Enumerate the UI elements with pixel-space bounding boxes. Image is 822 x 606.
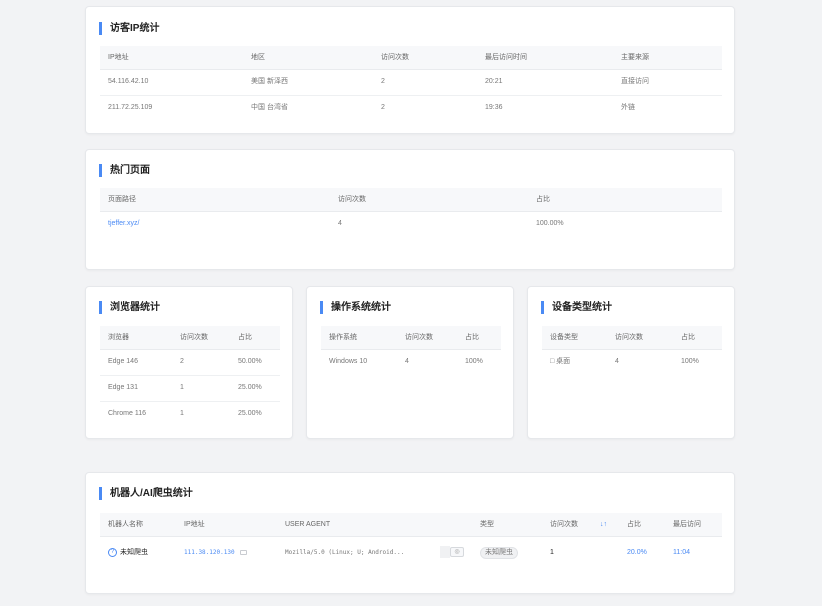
bot-type-cell: 未知爬虫 [480, 537, 518, 569]
hot-pages-title: 热门页面 [99, 164, 150, 177]
view-ua-button[interactable]: ◎ [450, 547, 464, 558]
col-share: 占比 [627, 521, 641, 528]
time-cell: 20:21 [485, 78, 503, 85]
table-header: IP地址 地区 访问次数 最后访问时间 主要来源 [100, 46, 722, 70]
share-cell: 25.00% [238, 410, 262, 417]
col-browser: 浏览器 [108, 334, 129, 341]
share-cell: 100% [681, 358, 699, 365]
browser-cell: Edge 146 [108, 358, 138, 365]
col-path: 页面路径 [108, 196, 136, 203]
table-row: Edge 131 1 25.00% [100, 376, 280, 402]
share-cell: 25.00% [238, 384, 262, 391]
bot-ip-cell: 111.38.120.130 [184, 537, 247, 569]
col-visits: 访问次数 [338, 196, 366, 203]
visits-cell: 1 [180, 410, 184, 417]
col-visits: 访问次数 [381, 54, 409, 61]
share-cell: 100.00% [536, 220, 564, 227]
col-share: 占比 [536, 196, 550, 203]
table-row: Chrome 116 1 25.00% [100, 402, 280, 428]
visits-cell: 2 [381, 78, 385, 85]
source-cell: 外链 [621, 104, 635, 111]
col-device: 设备类型 [550, 334, 578, 341]
device-stats-title: 设备类型统计 [541, 301, 612, 314]
region-cell: 中国 台湾省 [251, 104, 288, 111]
share-cell: 50.00% [238, 358, 262, 365]
region-cell: 美国 新泽西 [251, 78, 288, 85]
col-visits: 访问次数 [405, 334, 433, 341]
copy-icon[interactable] [239, 550, 247, 555]
hot-pages-card: 热门页面 页面路径 访问次数 占比 tjeffer.xyz/ 4 100.00% [85, 149, 735, 270]
sort-icon[interactable]: ↓↑ [600, 513, 607, 537]
col-last-visit: 最后访问 [673, 521, 701, 528]
col-share: 占比 [238, 334, 252, 341]
col-bot-name: 机器人名称 [108, 521, 143, 528]
col-os: 操作系统 [329, 334, 357, 341]
table-row: ? 未知爬虫 111.38.120.130 Mozilla/5.0 (Linux;… [100, 537, 722, 569]
bot-ip[interactable]: 111.38.120.130 [184, 549, 235, 556]
col-type: 类型 [480, 521, 494, 528]
table-header: 页面路径 访问次数 占比 [100, 188, 722, 212]
table-header: 操作系统 访问次数 占比 [321, 326, 501, 350]
bot-name-cell: ? 未知爬虫 [108, 537, 148, 569]
col-ip: IP地址 [184, 521, 205, 528]
visitor-ip-title: 访客IP统计 [99, 22, 159, 35]
time-cell: 19:36 [485, 104, 503, 111]
bot-last-visit-cell: 11:04 [673, 549, 690, 556]
visits-cell: 2 [381, 104, 385, 111]
browser-stats-card: 浏览器统计 浏览器 访问次数 占比 Edge 146 2 50.00% Edge… [85, 286, 293, 439]
browser-stats-title: 浏览器统计 [99, 301, 160, 314]
visits-cell: 4 [615, 358, 619, 365]
col-share: 占比 [681, 334, 695, 341]
device-stats-card: 设备类型统计 设备类型 访问次数 占比 □ 桌面 4 100% [527, 286, 735, 439]
col-last-time: 最后访问时间 [485, 54, 527, 61]
visits-cell: 2 [180, 358, 184, 365]
bot-name: 未知爬虫 [120, 549, 148, 556]
browser-cell: Chrome 116 [108, 410, 147, 417]
visitor-ip-card: 访客IP统计 IP地址 地区 访问次数 最后访问时间 主要来源 54.116.4… [85, 6, 735, 134]
table-row: 211.72.25.109 中国 台湾省 2 19:36 外链 [100, 96, 722, 122]
table-row: Windows 10 4 100% [321, 350, 501, 376]
bot-stats-title: 机器人/AI爬虫统计 [99, 487, 193, 500]
page-path-link[interactable]: tjeffer.xyz/ [108, 212, 139, 236]
table-header: 机器人名称 IP地址 USER AGENT 类型 访问次数 ↓↑ 占比 最后访问 [100, 513, 722, 537]
question-icon: ? [108, 547, 117, 557]
bot-visits-cell: 1 [550, 549, 554, 556]
ip-cell: 54.116.42.10 [108, 78, 149, 85]
table-header: 设备类型 访问次数 占比 [542, 326, 722, 350]
visits-cell: 4 [338, 220, 342, 227]
col-region: 地区 [251, 54, 265, 61]
bot-type-badge: 未知爬虫 [480, 547, 518, 559]
device-cell: □ 桌面 [550, 358, 571, 365]
ua-actions: ◎ [440, 537, 464, 569]
os-stats-title: 操作系统统计 [320, 301, 391, 314]
bot-share-cell: 20.0% [627, 549, 647, 556]
browser-cell: Edge 131 [108, 384, 138, 391]
bot-user-agent: Mozilla/5.0 (Linux; U; Android... [285, 549, 405, 556]
col-visits: 访问次数 [180, 334, 208, 341]
ip-cell: 211.72.25.109 [108, 104, 153, 111]
table-row: Edge 146 2 50.00% [100, 350, 280, 376]
bot-ua-cell: Mozilla/5.0 (Linux; U; Android... [285, 537, 404, 569]
visits-cell: 1 [180, 384, 184, 391]
col-ip: IP地址 [108, 54, 129, 61]
os-cell: Windows 10 [329, 358, 368, 365]
col-visits[interactable]: 访问次数 [550, 513, 578, 537]
visits-cell: 4 [405, 358, 409, 365]
col-share: 占比 [465, 334, 479, 341]
col-visits: 访问次数 [615, 334, 643, 341]
table-row: □ 桌面 4 100% [542, 350, 722, 376]
ua-expand-icon[interactable] [440, 546, 450, 559]
col-source: 主要来源 [621, 54, 649, 61]
os-stats-card: 操作系统统计 操作系统 访问次数 占比 Windows 10 4 100% [306, 286, 514, 439]
table-header: 浏览器 访问次数 占比 [100, 326, 280, 350]
col-user-agent: USER AGENT [285, 521, 331, 528]
table-row: tjeffer.xyz/ 4 100.00% [100, 212, 722, 238]
source-cell: 直接访问 [621, 78, 649, 85]
table-row: 54.116.42.10 美国 新泽西 2 20:21 直接访问 [100, 70, 722, 96]
bot-stats-card: 机器人/AI爬虫统计 机器人名称 IP地址 USER AGENT 类型 访问次数… [85, 472, 735, 594]
share-cell: 100% [465, 358, 483, 365]
